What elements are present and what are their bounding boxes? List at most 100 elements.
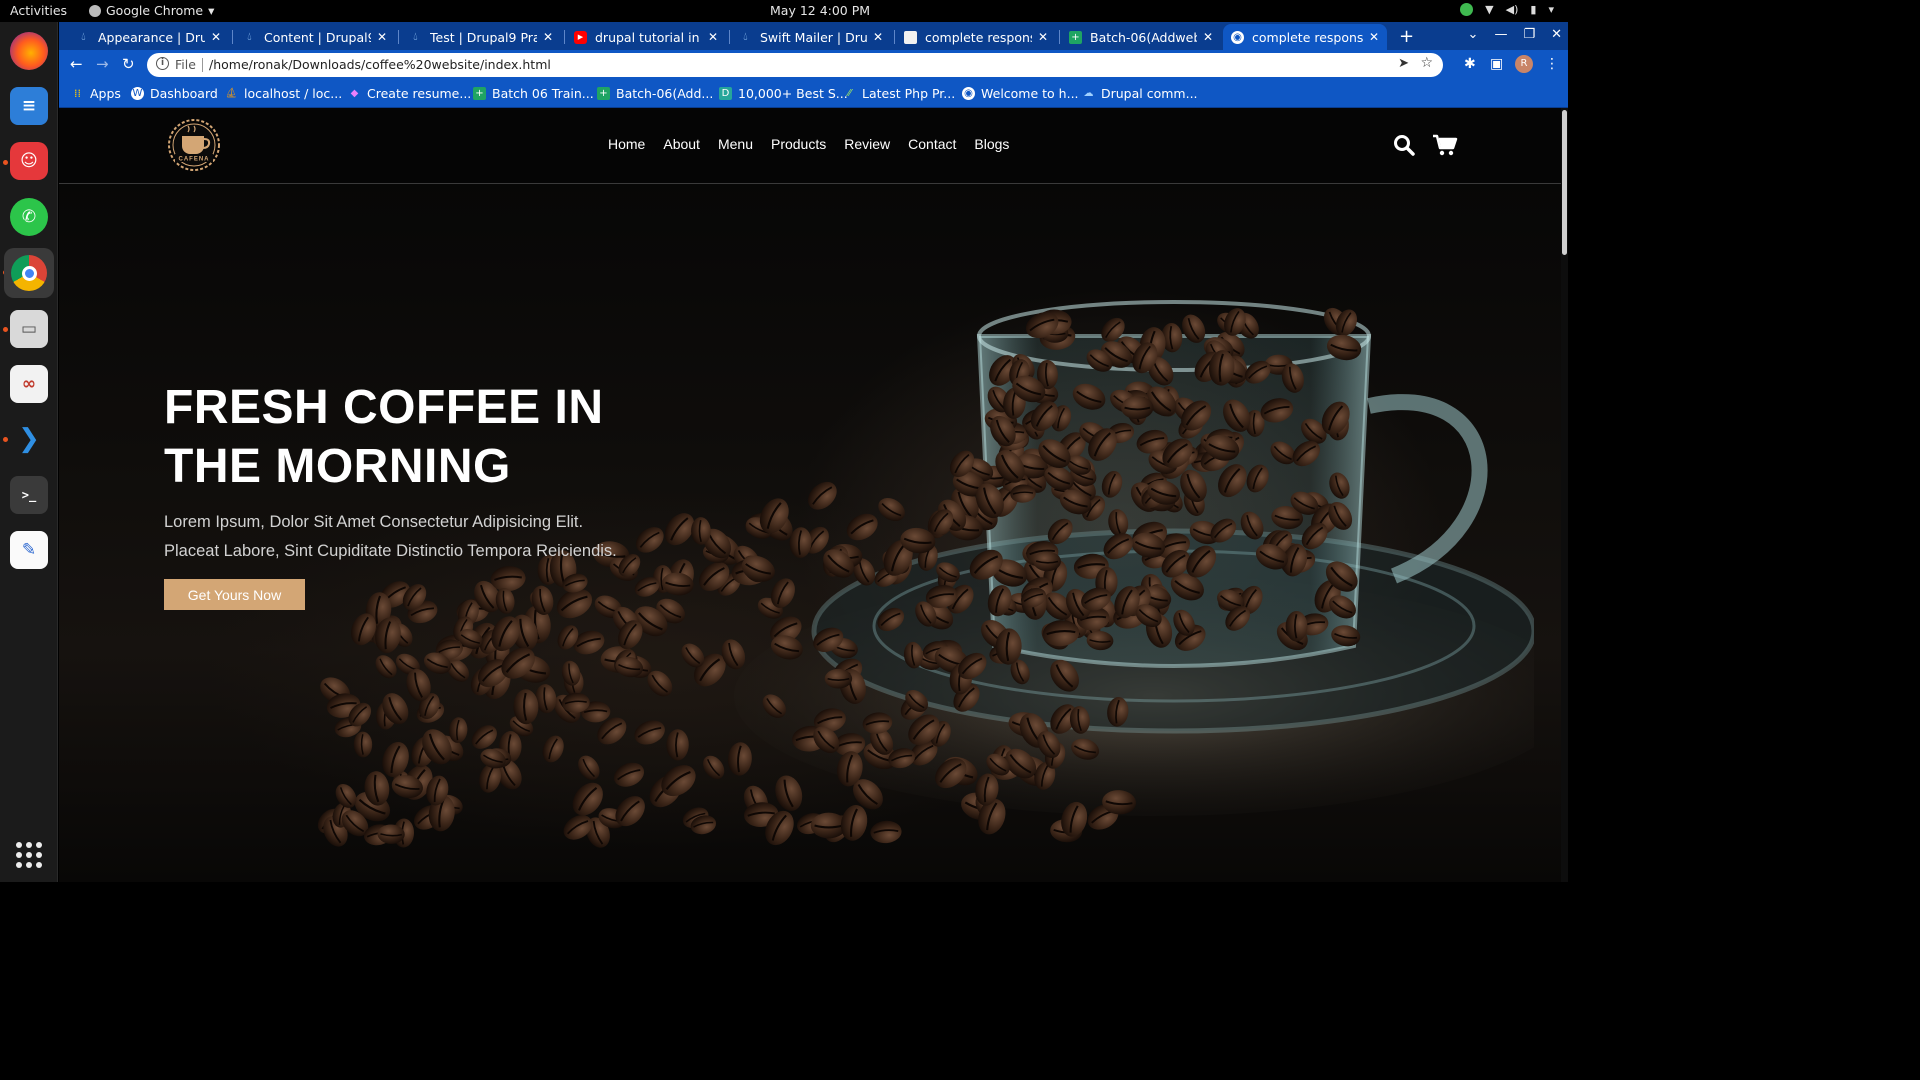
system-tray[interactable]: ▼ ◀) ▮ ▾: [1460, 3, 1554, 16]
close-icon[interactable]: ✕: [1038, 30, 1048, 44]
whatsapp-icon[interactable]: ✆: [10, 198, 48, 236]
close-icon[interactable]: ✕: [708, 30, 718, 44]
running-indicator: [3, 437, 8, 442]
globe-icon: ◉: [1231, 30, 1244, 44]
document-viewer-icon[interactable]: ∞: [10, 365, 48, 403]
bookmark-item[interactable]: ◉ Welcome to h...: [962, 86, 1079, 101]
tab[interactable]: 💧︎ Swift Mailer | Drupa ✕: [731, 24, 891, 50]
tab[interactable]: 💧︎ Content | Drupal9 Pr ✕: [235, 24, 395, 50]
apps-grid-icon: ⁞⁞: [74, 87, 81, 100]
coffee-beans-image: [317, 300, 1534, 848]
terminal-icon[interactable]: >_: [10, 476, 48, 514]
info-icon[interactable]: i: [156, 57, 169, 70]
drupal-icon: 💧︎: [413, 30, 418, 43]
bookmark-item[interactable]: + Batch-06(Add...: [597, 86, 713, 101]
wifi-icon: ▼: [1485, 3, 1494, 16]
menu-kebab-icon[interactable]: ⋮: [1545, 56, 1559, 72]
nav-blogs[interactable]: Blogs: [974, 136, 1009, 152]
bookmarks-bar: ⁞⁞ Apps W Dashboard ⛵︎ localhost / loc..…: [59, 80, 1568, 108]
profile-avatar[interactable]: R: [1515, 55, 1533, 73]
status-check-icon[interactable]: [1460, 3, 1474, 16]
close-icon[interactable]: ✕: [1369, 30, 1379, 44]
bookmark-item[interactable]: ⛵︎ localhost / loc...: [225, 86, 342, 101]
reload-icon[interactable]: ↻: [122, 55, 135, 73]
close-icon[interactable]: ✕: [211, 30, 221, 44]
bookmark-item[interactable]: ⁄⁄ Latest Php Pr...: [843, 86, 955, 101]
get-yours-now-button[interactable]: Get Yours Now: [164, 579, 305, 610]
tab-active[interactable]: ◉ complete responsive ✕: [1223, 24, 1387, 50]
extensions-icon[interactable]: ✱: [1464, 56, 1476, 72]
vscode-icon[interactable]: ❯: [10, 420, 48, 458]
drupal-icon: 💧︎: [247, 30, 252, 43]
close-icon[interactable]: ✕: [377, 30, 387, 44]
phpmyadmin-icon: ⛵︎: [225, 88, 238, 99]
nav-about[interactable]: About: [663, 136, 700, 152]
search-icon[interactable]: [1393, 134, 1415, 156]
nav-menu[interactable]: Menu: [718, 136, 753, 152]
running-indicator: [3, 160, 8, 165]
new-tab-button[interactable]: +: [1399, 26, 1414, 47]
forward-icon[interactable]: →: [96, 55, 109, 73]
nav-products[interactable]: Products: [771, 136, 826, 152]
restore-icon[interactable]: ❐: [1523, 27, 1535, 42]
send-to-device-icon[interactable]: ➤: [1398, 56, 1409, 71]
tab[interactable]: ▶ drupal tutorial in hi ✕: [566, 24, 726, 50]
chat-app-icon[interactable]: ☺: [10, 142, 48, 180]
window-controls: ⌄ — ❐ ✕: [1468, 27, 1562, 42]
firefox-icon[interactable]: [10, 32, 48, 70]
logo-text: CAFENA: [179, 157, 210, 163]
files-icon[interactable]: ▭: [10, 310, 48, 348]
cafena-logo[interactable]: CAFENA: [163, 118, 225, 172]
bookmark-item[interactable]: ☁︎ Drupal comm...: [1082, 86, 1198, 101]
bookmark-item[interactable]: ◆ Create resume...: [348, 86, 472, 101]
bookmark-item[interactable]: D 10,000+ Best S...: [719, 86, 848, 101]
drupal-icon: ☁︎: [1083, 88, 1094, 99]
wordpress-icon: W: [131, 87, 144, 100]
globe-icon: ◉: [962, 87, 975, 100]
app-menu[interactable]: Google Chrome ▾: [89, 3, 214, 18]
hero-content: FRESH COFFEE IN THE MORNING Lorem Ipsum,…: [164, 378, 684, 566]
tab-search-icon[interactable]: ⌄: [1468, 27, 1479, 42]
battery-icon: ▮: [1530, 3, 1537, 16]
tab[interactable]: 💧︎ Appearance | Drupal ✕: [69, 24, 229, 50]
scrollbar-thumb[interactable]: [1562, 110, 1567, 255]
tab[interactable]: 💧︎ Test | Drupal9 Practi ✕: [401, 24, 561, 50]
address-bar[interactable]: i File /home/ronak/Downloads/coffee%20we…: [147, 53, 1443, 77]
gnome-top-bar: Activities Google Chrome ▾ May 12 4:00 P…: [0, 0, 1568, 22]
bookmark-item[interactable]: + Batch 06 Train...: [473, 86, 594, 101]
tab[interactable]: complete responsive ✕: [896, 24, 1056, 50]
libreoffice-writer-icon[interactable]: ≡: [10, 87, 48, 125]
running-indicator: [3, 327, 8, 332]
clock[interactable]: May 12 4:00 PM: [770, 3, 870, 18]
show-applications-icon[interactable]: [16, 842, 42, 868]
tab-strip: 💧︎ Appearance | Drupal ✕ 💧︎ Content | Dr…: [59, 22, 1568, 50]
close-icon[interactable]: ✕: [873, 30, 883, 44]
page-viewport[interactable]: CAFENA Home About Menu Products Review C…: [59, 108, 1568, 882]
bookmark-item[interactable]: W Dashboard: [131, 86, 218, 101]
nav-home[interactable]: Home: [608, 136, 645, 152]
cart-icon[interactable]: [1432, 134, 1458, 156]
dock: ≡ ☺ ✆ ▭ ∞ ❯ >_ ✎: [0, 22, 58, 882]
sheets-icon: +: [597, 87, 610, 100]
nav-contact[interactable]: Contact: [908, 136, 956, 152]
chevron-down-icon: ▾: [1548, 3, 1554, 16]
resume-icon: ◆: [350, 88, 359, 99]
activities-button[interactable]: Activities: [10, 3, 67, 18]
bookmark-star-icon[interactable]: ☆: [1420, 55, 1433, 71]
back-icon[interactable]: ←: [70, 55, 83, 73]
tab[interactable]: + Batch-06(Addweb) T ✕: [1061, 24, 1221, 50]
volume-icon: ◀): [1505, 3, 1519, 16]
close-window-icon[interactable]: ✕: [1551, 27, 1562, 42]
close-icon[interactable]: ✕: [543, 30, 553, 44]
close-icon[interactable]: ✕: [1203, 30, 1213, 44]
url-text[interactable]: /home/ronak/Downloads/coffee%20website/i…: [209, 57, 551, 72]
side-panel-icon[interactable]: ▣: [1490, 56, 1503, 72]
site-header: CAFENA Home About Menu Products Review C…: [59, 108, 1561, 184]
bookmark-item[interactable]: ⁞⁞ Apps: [71, 86, 121, 101]
sheets-icon: +: [473, 87, 486, 100]
minimize-icon[interactable]: —: [1494, 27, 1507, 42]
nav-review[interactable]: Review: [844, 136, 890, 152]
page-scrollbar[interactable]: [1561, 108, 1568, 882]
text-editor-icon[interactable]: ✎: [10, 531, 48, 569]
chrome-icon[interactable]: [4, 248, 54, 298]
